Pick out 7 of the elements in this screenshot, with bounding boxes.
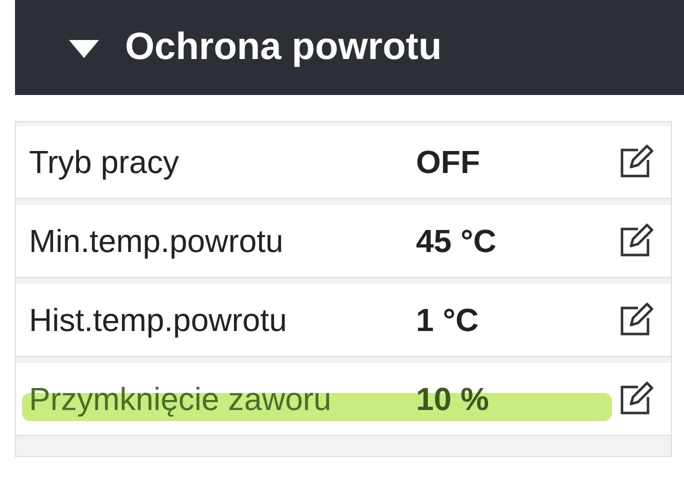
setting-value: 45 °C <box>416 222 498 260</box>
setting-label: Hist.temp.powrotu <box>29 302 288 338</box>
setting-value: 1 °C <box>416 302 480 338</box>
setting-value: OFF <box>416 144 481 180</box>
section-title: Ochrona powrotu <box>125 26 442 69</box>
setting-label: Min.temp.powrotu <box>29 222 284 260</box>
setting-label: Tryb pracy <box>29 144 180 180</box>
